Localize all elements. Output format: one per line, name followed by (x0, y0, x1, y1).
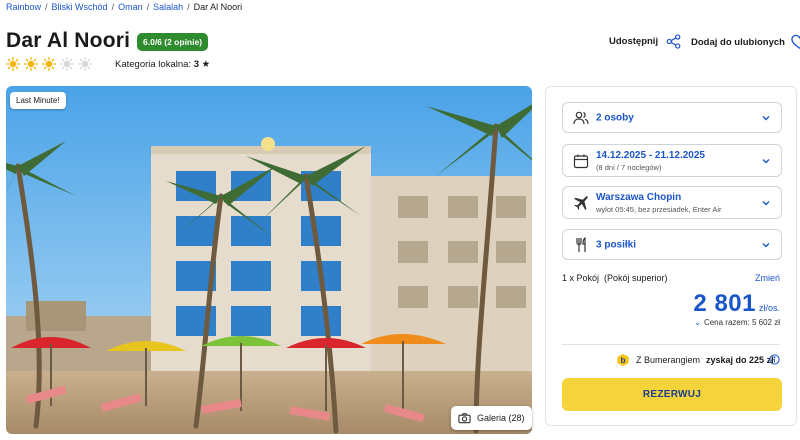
price: 2 801 zł/os. (693, 290, 780, 318)
persons-select[interactable]: 2 osoby (562, 102, 782, 133)
breadcrumb-current: Dar Al Noori (193, 2, 243, 12)
chevron-down-icon: ⌄ (694, 318, 701, 327)
sun-icon-filled (24, 57, 38, 71)
meals-value: 3 posiłki (596, 239, 637, 250)
breadcrumb-middle-east[interactable]: Bliski Wschód (52, 2, 108, 12)
heart-icon (791, 34, 800, 49)
last-minute-tag: Last Minute! (10, 92, 66, 109)
dates-sub: (8 dni / 7 noclegów) (596, 162, 662, 172)
breadcrumb-rainbow[interactable]: Rainbow (6, 2, 41, 12)
room-info: 1 x Pokój (Pokój superior) (562, 273, 668, 283)
breadcrumb-separator: / (187, 2, 190, 12)
change-room-link[interactable]: Zmień (755, 273, 780, 283)
share-icon (666, 34, 681, 49)
hotel-photo[interactable] (6, 86, 532, 434)
star-icon: ★ (201, 59, 211, 70)
departure-select[interactable]: Warszawa Chopin wylot 05:45, bez przesia… (562, 186, 782, 219)
bumerang-logo-icon: b (617, 353, 629, 367)
chevron-down-icon (762, 200, 770, 205)
reserve-button[interactable]: REZERWUJ (562, 378, 782, 411)
booking-panel: 2 osoby 14.12.2025 - 21.12.2025 (8 dni /… (545, 86, 797, 426)
meals-select[interactable]: 3 posiłki (562, 229, 782, 260)
svg-text:b: b (621, 356, 626, 365)
share-button[interactable]: Udostępnij (609, 34, 681, 49)
persons-value: 2 osoby (596, 112, 634, 123)
gallery-label: Galeria (28) (477, 413, 525, 423)
cutlery-icon (576, 236, 586, 252)
bumerang-amount: zyskaj do 225 zł (706, 355, 774, 365)
local-category-value: 3 (193, 59, 199, 70)
sun-icon-empty (60, 57, 74, 71)
chevron-down-icon (762, 115, 770, 120)
share-label: Udostępnij (609, 36, 659, 47)
sun-icon-filled (6, 57, 20, 71)
chevron-down-icon (762, 158, 770, 163)
bumerang-prefix: Z Bumerangiem (636, 355, 701, 365)
favorite-button[interactable]: Dodaj do ulubionych (691, 34, 800, 50)
total-price-text: Cena razem: 5 602 zł (703, 318, 780, 327)
info-icon[interactable] (769, 354, 780, 365)
sun-icon-filled (42, 57, 56, 71)
price-amount: 2 801 (693, 290, 756, 317)
local-category: Kategoria lokalna: 3 ★ (115, 59, 210, 70)
sun-rating (6, 57, 92, 71)
calendar-icon (573, 154, 589, 168)
dates-value: 14.12.2025 - 21.12.2025 (596, 149, 705, 161)
plane-icon (574, 195, 588, 210)
breadcrumb-separator: / (45, 2, 48, 12)
hotel-photo-illustration (6, 86, 532, 434)
breadcrumb-separator: / (146, 2, 150, 12)
bumerang-promo: b Z Bumerangiem zyskaj do 225 zł (616, 353, 774, 367)
sun-icon-empty (78, 57, 92, 71)
breadcrumb: Rainbow / Bliski Wschód / Oman / Salalah / Dar A… (6, 2, 242, 12)
local-category-label: Kategoria lokalna: (115, 59, 192, 70)
breadcrumb-salalah[interactable]: Salalah (153, 2, 183, 12)
total-price[interactable]: ⌄ Cena razem: 5 602 zł (694, 318, 780, 327)
chevron-down-icon (762, 242, 770, 247)
breadcrumb-separator: / (111, 2, 115, 12)
divider (562, 344, 780, 345)
hotel-title: Dar Al Noori (6, 29, 131, 52)
favorite-label: Dodaj do ulubionych (691, 36, 785, 48)
departure-value: Warszawa Chopin (596, 191, 682, 203)
camera-icon (458, 413, 471, 424)
gallery-button[interactable]: Galeria (28) (451, 406, 532, 430)
rating-badge[interactable]: 6.0/6 (2 opinie) (137, 33, 209, 51)
departure-sub: wylot 05:45, bez przesiadek, Enter Air (596, 204, 722, 214)
price-unit: zł/os. (758, 303, 780, 313)
breadcrumb-oman[interactable]: Oman (118, 2, 143, 12)
persons-icon (573, 111, 589, 124)
dates-select[interactable]: 14.12.2025 - 21.12.2025 (8 dni / 7 nocle… (562, 144, 782, 177)
